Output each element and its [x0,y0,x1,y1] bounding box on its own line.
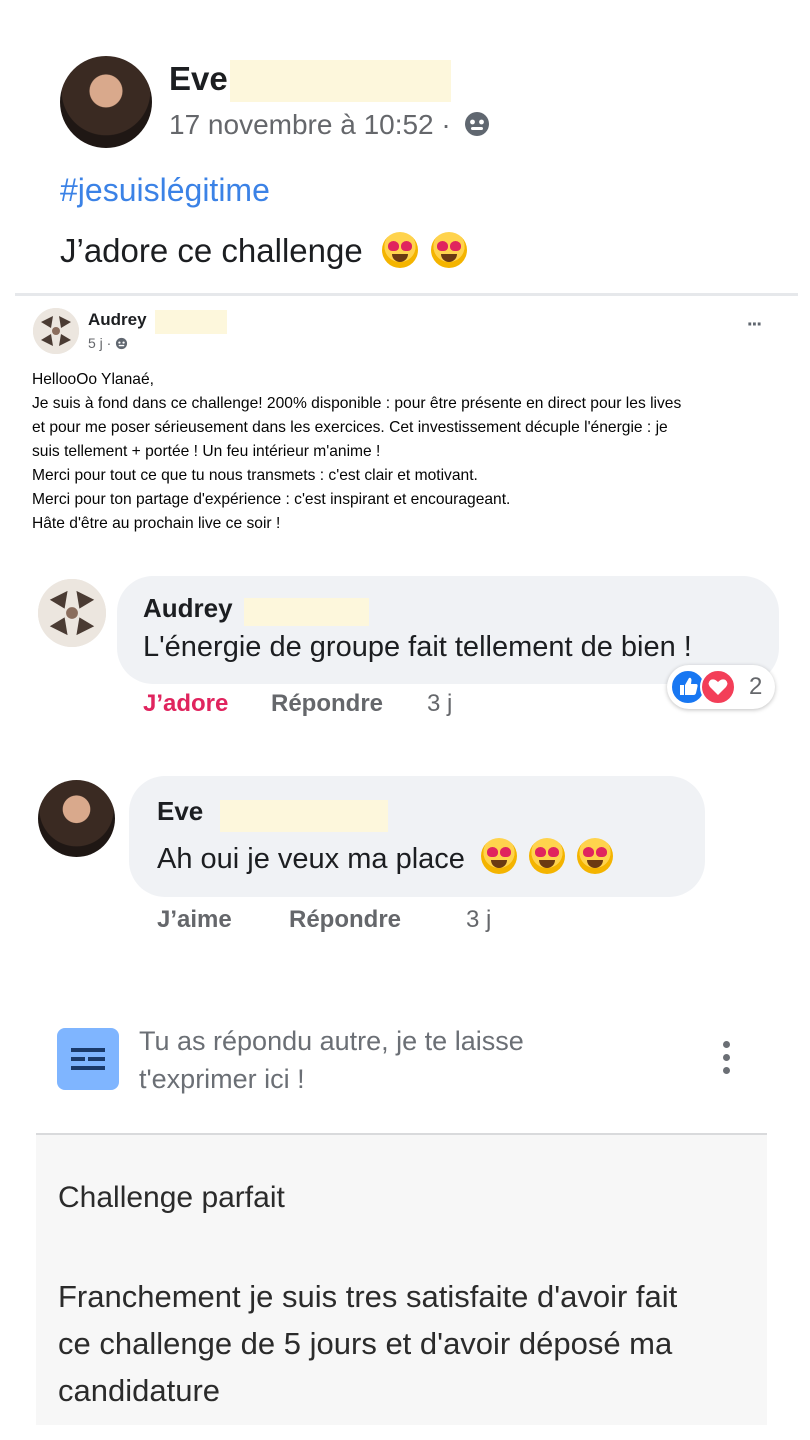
answer-title: Challenge parfait [58,1181,285,1214]
reaction-summary[interactable]: 2 [667,665,775,709]
avatar-audrey[interactable] [33,308,79,354]
comment-bubble [129,776,705,897]
shared-line: Merci pour tout ce que tu nous transmets… [32,467,478,484]
answer-body: Franchement je suis tres satisfaite d'av… [58,1279,678,1408]
post-timestamp[interactable]: 17 novembre à 10:52 · [169,109,451,140]
post-text: J’adore ce challenge [60,232,363,269]
form-question: Tu as répondu autre, je te laisse t'expr… [139,1026,524,1094]
post-text-row: J’adore ce challenge [60,232,468,270]
post-hashtag[interactable]: #jesuislégitime [60,172,270,209]
shared-post-body: HellooOo Ylanaé, Je suis à fond dans ce … [32,368,792,536]
globe-icon [463,110,491,145]
reaction-count: 2 [749,673,763,700]
shared-meta: 5 j · [88,335,128,353]
redaction [155,310,227,334]
shared-line: Merci pour ton partage d'expérience : c'… [32,491,511,508]
reply-button[interactable]: Répondre [289,906,401,934]
heart-eyes-emoji-icon [381,232,418,268]
shared-line: Je suis à fond dans ce challenge! 200% d… [32,395,682,412]
comment-text-row: Ah oui je veux ma place [157,838,614,876]
avatar-eve[interactable] [38,780,115,857]
love-reaction-icon [700,669,736,705]
redaction [230,60,451,102]
avatar-audrey[interactable] [38,579,106,647]
heart-eyes-emoji-icon [577,838,614,874]
reply-button[interactable]: Répondre [271,690,383,718]
answer-box: Challenge parfait Franchement je suis tr… [36,1133,767,1425]
redaction [244,598,369,626]
more-options-button[interactable]: ··· [747,314,763,337]
shared-line: HellooOo Ylanaé, [32,371,154,388]
shared-line: et pour me poser sérieusement dans les e… [32,419,668,436]
comment-text: Ah oui je veux ma place [157,843,465,875]
post-meta: 17 novembre à 10:52 · [169,109,491,145]
shared-author[interactable]: Audrey [88,310,147,330]
globe-icon [115,337,128,353]
love-reaction-button[interactable]: J’adore [143,690,228,718]
comment-text: L'énergie de groupe fait tellement de bi… [143,631,692,663]
post-author[interactable]: Eve [169,60,228,98]
kebab-menu-icon[interactable] [723,1035,730,1080]
shared-line: Hâte d'être au prochain live ce soir ! [32,515,281,532]
heart-eyes-emoji-icon [431,232,468,268]
short-answer-icon [57,1028,119,1090]
like-button[interactable]: J’aime [157,906,232,934]
heart-eyes-emoji-icon [480,838,517,874]
shared-line: suis tellement + portée ! Un feu intérie… [32,443,381,460]
shared-post-card: Audrey 5 j · ··· HellooOo Ylanaé, Je sui… [15,293,798,538]
comment-author[interactable]: Audrey [143,593,233,624]
heart-eyes-emoji-icon [529,838,566,874]
shared-timestamp[interactable]: 5 j · [88,335,111,351]
avatar-eve[interactable] [60,56,152,148]
comment-time[interactable]: 3 j [466,906,491,934]
comment-author[interactable]: Eve [157,796,203,827]
comment-time[interactable]: 3 j [427,690,452,718]
redaction [220,800,388,832]
